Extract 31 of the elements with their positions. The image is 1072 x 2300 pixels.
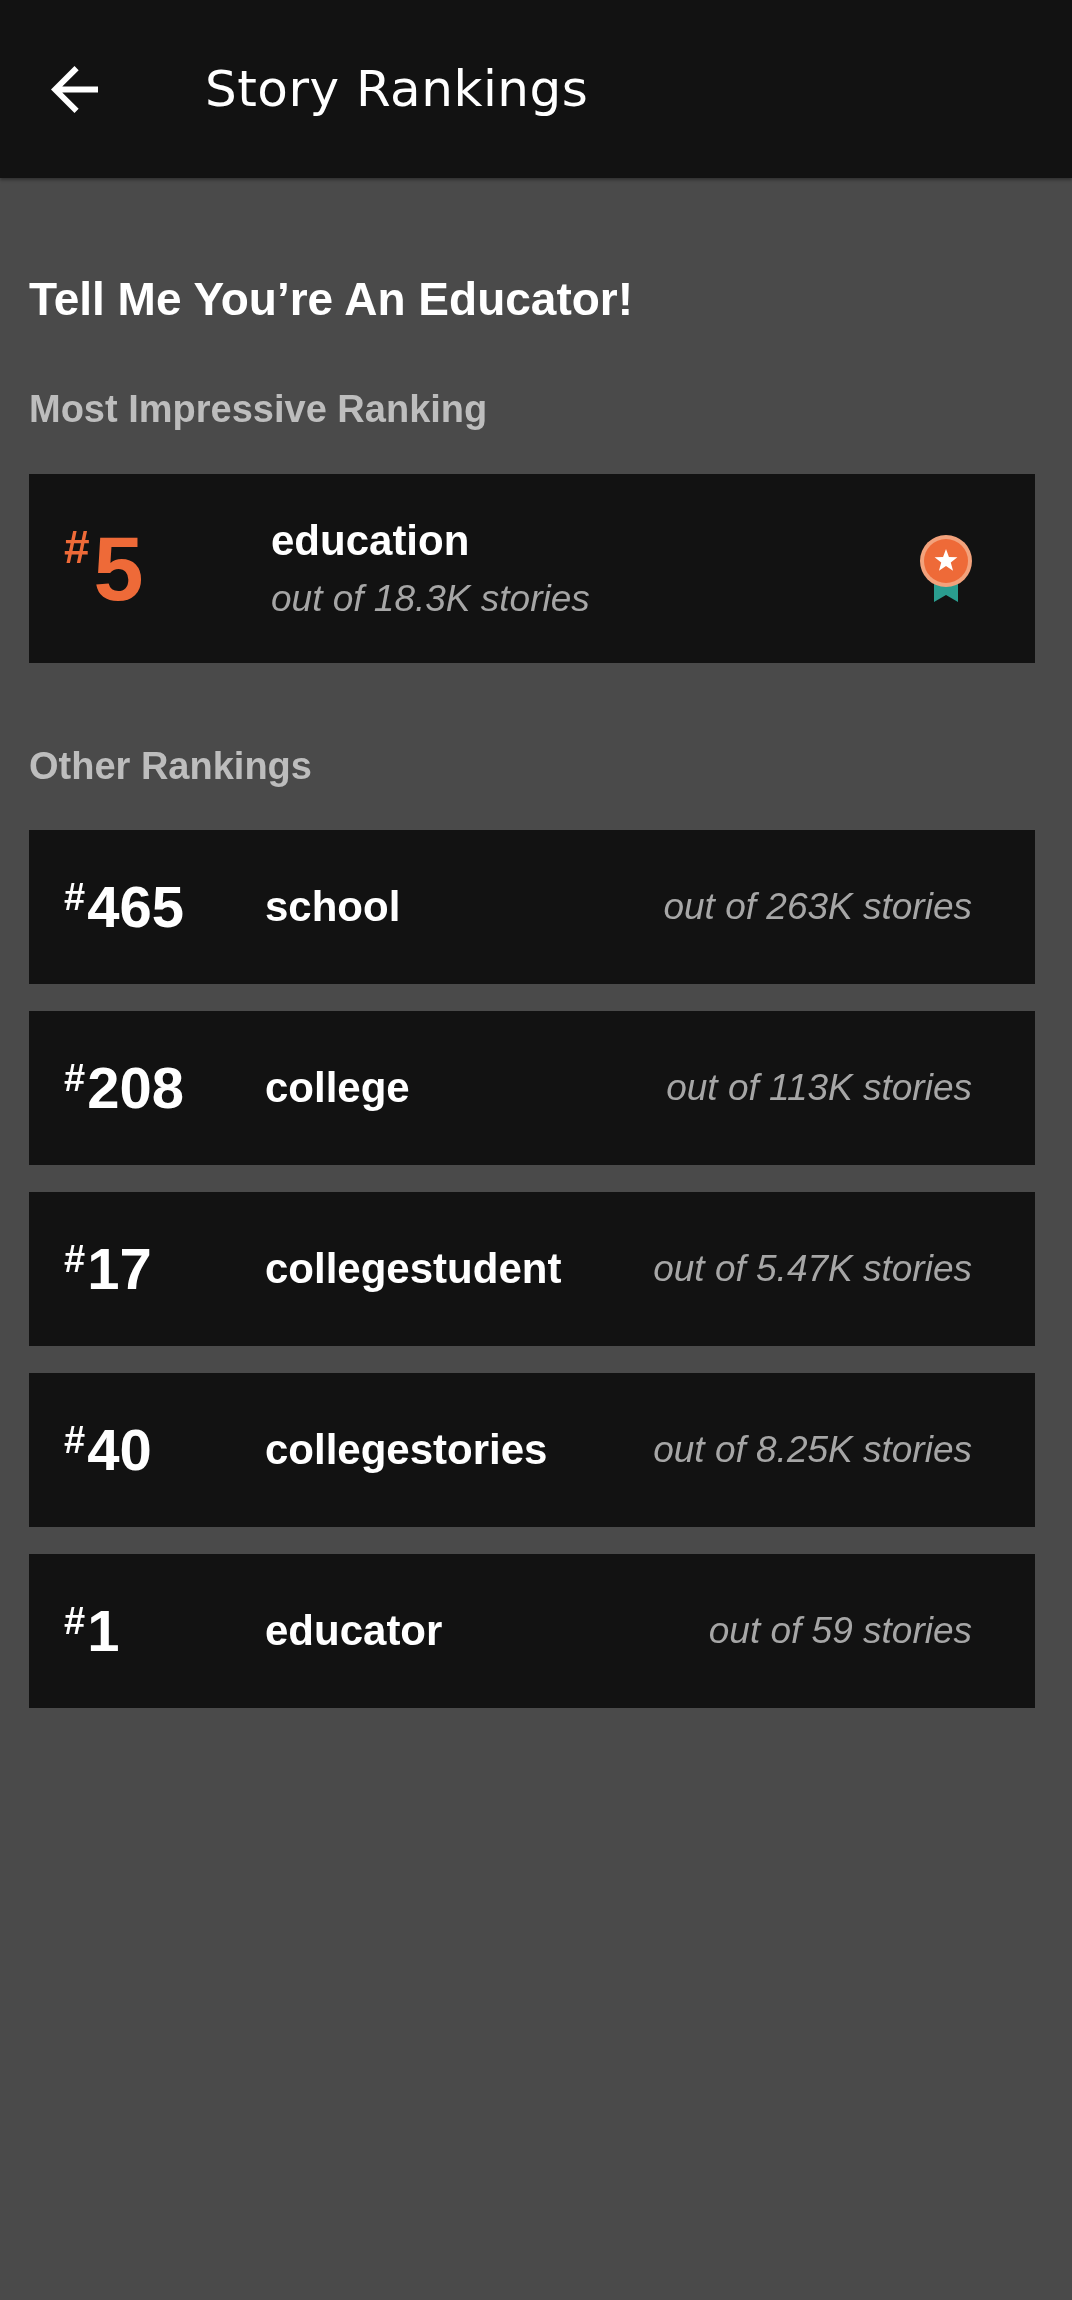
app-bar-title: Story Rankings bbox=[205, 59, 589, 119]
tag-name: education bbox=[271, 515, 470, 566]
tag-name: collegestories bbox=[265, 1425, 548, 1475]
tag-name: college bbox=[265, 1063, 410, 1113]
story-count: out of 113K stories bbox=[666, 1066, 972, 1110]
story-title: Tell Me You’re An Educator! bbox=[29, 273, 634, 325]
rank-number: $^{#}$40 bbox=[64, 1421, 152, 1479]
story-count: out of 263K stories bbox=[663, 885, 972, 929]
rank-number: $^{#}$465 bbox=[64, 878, 184, 936]
back-button[interactable] bbox=[51, 65, 98, 113]
ranking-card[interactable]: $^{#}$1 educator out of 59 stories bbox=[29, 1554, 1035, 1708]
story-count: out of 8.25K stories bbox=[653, 1428, 972, 1472]
ranking-card[interactable]: $^{#}$465 school out of 263K stories bbox=[29, 830, 1035, 984]
ranking-card[interactable]: $^{#}$40 collegestories out of 8.25K stories bbox=[29, 1373, 1035, 1527]
story-count: out of 59 stories bbox=[708, 1609, 972, 1653]
back-arrow-icon bbox=[51, 65, 98, 113]
tag-name: school bbox=[265, 882, 401, 932]
ranking-card[interactable]: $^{#}$208 college out of 113K stories bbox=[29, 1011, 1035, 1165]
tag-name: collegestudent bbox=[265, 1244, 562, 1294]
story-count: out of 5.47K stories bbox=[653, 1247, 972, 1291]
ranking-card[interactable]: $^{#}$17 collegestudent out of 5.47K stories bbox=[29, 1192, 1035, 1346]
section-heading: Most Impressive Ranking bbox=[29, 387, 488, 431]
section-heading: Other Rankings bbox=[29, 744, 312, 788]
top-ranking-card[interactable]: $^{#}$5 education out of 18.3K stories bbox=[29, 474, 1035, 663]
medal-star-icon bbox=[920, 535, 972, 602]
rank-number: $^{#}$208 bbox=[64, 1059, 184, 1117]
tag-name: educator bbox=[265, 1606, 443, 1656]
rank-number: $^{#}$5 bbox=[64, 523, 144, 614]
rank-number: $^{#}$17 bbox=[64, 1240, 152, 1298]
story-count: out of 18.3K stories bbox=[271, 576, 590, 621]
rank-number: $^{#}$1 bbox=[64, 1602, 120, 1660]
